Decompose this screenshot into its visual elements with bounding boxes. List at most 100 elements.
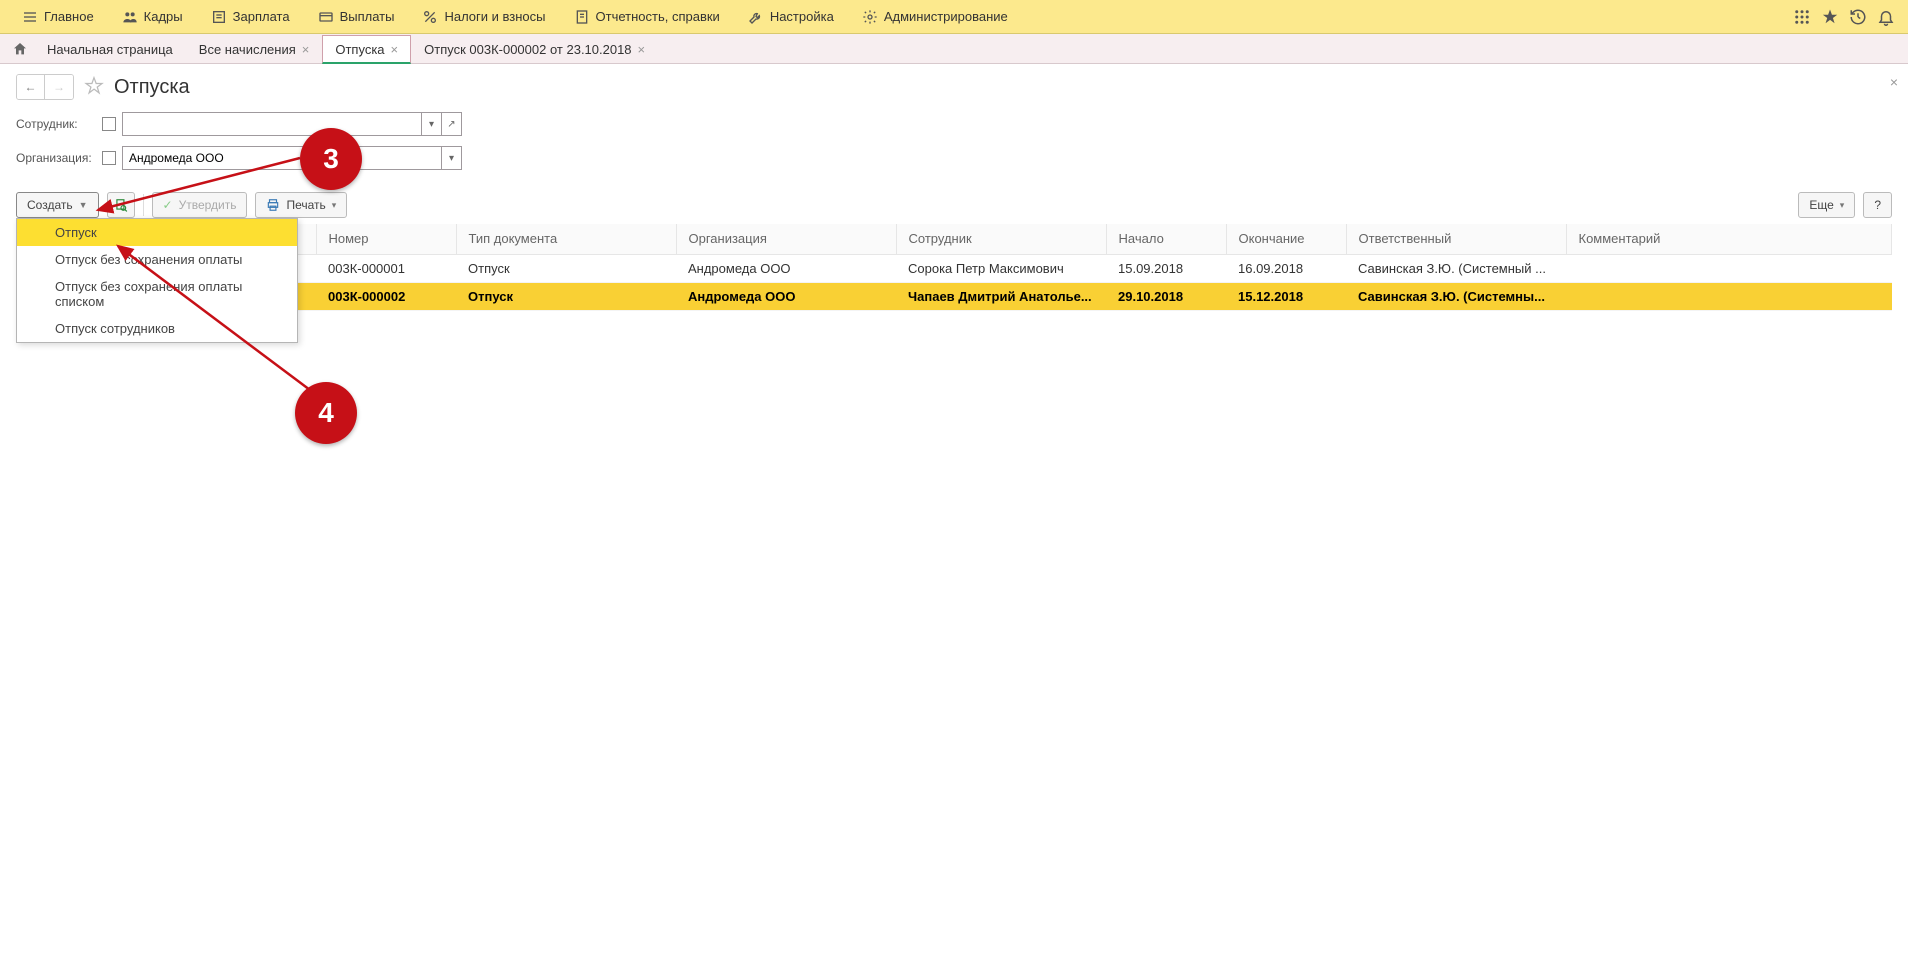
forward-button[interactable]: → [45, 75, 73, 99]
more-button[interactable]: Еще ▾ [1798, 192, 1855, 218]
tab-otpuska[interactable]: Отпуска × [322, 35, 411, 64]
tab-otpusk-doc-label: Отпуск 003К-000002 от 23.10.2018 [424, 42, 631, 57]
cell-start: 15.09.2018 [1106, 254, 1226, 282]
cell-type: Отпуск [456, 282, 676, 310]
search-doc-icon [114, 198, 128, 212]
tabs-bar: Начальная страница Все начисления × Отпу… [0, 34, 1908, 64]
employee-filter-label: Сотрудник: [16, 117, 96, 131]
more-button-label: Еще [1809, 198, 1833, 212]
col-start[interactable]: Начало [1106, 224, 1226, 254]
menu-admin[interactable]: Администрирование [848, 0, 1022, 33]
create-button-label: Создать [27, 198, 73, 212]
col-end[interactable]: Окончание [1226, 224, 1346, 254]
tab-otpuska-label: Отпуска [335, 42, 384, 57]
open-icon[interactable]: ↗ [442, 112, 462, 136]
create-dropdown: Отпуск Отпуск без сохранения оплаты Отпу… [16, 218, 298, 343]
tab-otpusk-doc[interactable]: Отпуск 003К-000002 от 23.10.2018 × [411, 34, 658, 63]
help-button-label: ? [1874, 198, 1881, 212]
favorite-icon[interactable] [1816, 3, 1844, 31]
dropdown-icon[interactable]: ▾ [422, 112, 442, 136]
people-icon [122, 9, 138, 25]
cell-start: 29.10.2018 [1106, 282, 1226, 310]
cell-number: 003К-000002 [316, 282, 456, 310]
col-emp[interactable]: Сотрудник [896, 224, 1106, 254]
nav-buttons: ← → [16, 74, 74, 100]
percent-icon [422, 9, 438, 25]
tab-all-accruals-label: Все начисления [199, 42, 296, 57]
bell-icon[interactable] [1872, 3, 1900, 31]
menu-zarplata[interactable]: Зарплата [197, 0, 304, 33]
menu-nastroika-label: Настройка [770, 9, 834, 24]
help-button[interactable]: ? [1863, 192, 1892, 218]
org-filter-checkbox[interactable] [102, 151, 116, 165]
tab-all-accruals[interactable]: Все начисления × [186, 34, 323, 63]
approve-button-label: Утвердить [179, 198, 237, 212]
dropdown-icon[interactable]: ▾ [442, 146, 462, 170]
print-button[interactable]: Печать ▾ [255, 192, 347, 218]
annotation-badge-3: 3 [300, 128, 362, 190]
approve-button[interactable]: ✓ Утвердить [152, 192, 248, 218]
cell-resp: Савинская З.Ю. (Системны... [1346, 282, 1566, 310]
close-page-button[interactable]: × [1890, 74, 1898, 90]
find-button[interactable] [107, 192, 135, 218]
close-icon[interactable]: × [302, 42, 310, 57]
menu-kadry-label: Кадры [144, 9, 183, 24]
menu-main[interactable]: Главное [8, 0, 108, 33]
report-icon [574, 9, 590, 25]
menu-nalogi-label: Налоги и взносы [444, 9, 545, 24]
wrench-icon [748, 9, 764, 25]
col-type[interactable]: Тип документа [456, 224, 676, 254]
cell-number: 003К-000001 [316, 254, 456, 282]
employee-filter-input[interactable] [122, 112, 422, 136]
dropdown-item-otpusk-bez[interactable]: Отпуск без сохранения оплаты [17, 246, 297, 273]
tab-home-label: Начальная страница [47, 42, 173, 57]
cell-end: 16.09.2018 [1226, 254, 1346, 282]
menu-kadry[interactable]: Кадры [108, 0, 197, 33]
menu-vyplaty[interactable]: Выплаты [304, 0, 409, 33]
list-icon [211, 9, 227, 25]
col-number[interactable]: Номер [316, 224, 456, 254]
org-filter-label: Организация: [16, 151, 96, 165]
menu-nastroika[interactable]: Настройка [734, 0, 848, 33]
menu-otchet-label: Отчетность, справки [596, 9, 720, 24]
toolbar: Создать ▼ ✓ Утвердить Печать ▾ Еще ▾ ? О… [0, 188, 1908, 224]
dropdown-item-otpusk-bez-list[interactable]: Отпуск без сохранения оплаты списком [17, 273, 297, 315]
dropdown-item-otpusk[interactable]: Отпуск [17, 219, 297, 246]
close-icon[interactable]: × [391, 42, 399, 57]
main-menu-bar: Главное Кадры Зарплата Выплаты Налоги и … [0, 0, 1908, 34]
dropdown-item-otpusk-sotr[interactable]: Отпуск сотрудников [17, 315, 297, 342]
menu-vyplaty-label: Выплаты [340, 9, 395, 24]
cell-org: Андромеда ООО [676, 282, 896, 310]
col-org[interactable]: Организация [676, 224, 896, 254]
cell-end: 15.12.2018 [1226, 282, 1346, 310]
page-header: ← → Отпуска × [0, 64, 1908, 108]
menu-zarplata-label: Зарплата [233, 9, 290, 24]
col-comment[interactable]: Комментарий [1566, 224, 1892, 254]
cell-org: Андромеда ООО [676, 254, 896, 282]
back-button[interactable]: ← [17, 75, 45, 99]
create-button[interactable]: Создать ▼ [16, 192, 99, 218]
menu-nalogi[interactable]: Налоги и взносы [408, 0, 559, 33]
menu-icon [22, 9, 38, 25]
home-tab-icon[interactable] [6, 34, 34, 63]
tab-home[interactable]: Начальная страница [34, 34, 186, 63]
cell-comment [1566, 282, 1892, 310]
close-icon[interactable]: × [638, 42, 646, 57]
org-filter-input[interactable] [122, 146, 442, 170]
menu-admin-label: Администрирование [884, 9, 1008, 24]
cell-emp: Сорока Петр Максимович [896, 254, 1106, 282]
card-icon [318, 9, 334, 25]
annotation-badge-4: 4 [295, 382, 357, 444]
filter-panel: Сотрудник: ▾ ↗ Организация: ▾ [0, 108, 1908, 188]
check-icon: ✓ [163, 198, 173, 212]
print-button-label: Печать [286, 198, 325, 212]
favorite-toggle[interactable] [84, 76, 104, 99]
col-resp[interactable]: Ответственный [1346, 224, 1566, 254]
chevron-down-icon: ▾ [1840, 200, 1845, 211]
menu-otchet[interactable]: Отчетность, справки [560, 0, 734, 33]
history-icon[interactable] [1844, 3, 1872, 31]
gear-icon [862, 9, 878, 25]
employee-filter-checkbox[interactable] [102, 117, 116, 131]
printer-icon [266, 198, 280, 212]
apps-icon[interactable] [1788, 3, 1816, 31]
